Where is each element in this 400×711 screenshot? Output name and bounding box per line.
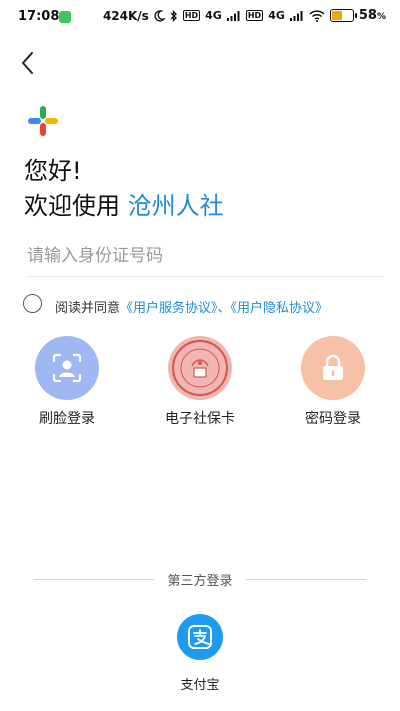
greeting-welcome: 欢迎使用 沧州人社 xyxy=(24,186,224,221)
hd-voice-icon: HD xyxy=(182,10,201,21)
id-number-input[interactable] xyxy=(27,236,383,277)
agreement-text: 阅读并同意《用户服务协议》、《用户隐私协议》 xyxy=(55,297,328,316)
wifi-icon xyxy=(309,9,325,22)
network-type-2: 4G xyxy=(268,9,285,22)
status-bar: 17:08 424K/s HD 4G HD 4G 58% xyxy=(0,0,400,34)
signal-icon-2 xyxy=(289,11,303,21)
battery-percent: 58% xyxy=(358,8,386,23)
status-indicators: 424K/s HD 4G HD 4G 58% xyxy=(103,8,386,23)
back-button[interactable] xyxy=(18,50,40,76)
lock-icon xyxy=(323,354,343,380)
face-login-circle xyxy=(35,336,99,400)
face-login-label: 刷脸登录 xyxy=(39,411,95,427)
app-notification-icon xyxy=(59,11,71,23)
face-login-option[interactable]: 刷脸登录 xyxy=(12,336,122,428)
alipay-icon xyxy=(188,625,212,649)
social-security-card-icon xyxy=(172,340,228,396)
password-login-option[interactable]: 密码登录 xyxy=(278,336,388,428)
social-security-card-option[interactable]: 电子社保卡 xyxy=(145,336,255,428)
chevron-left-icon xyxy=(22,52,33,74)
alipay-label: 支付宝 xyxy=(180,678,220,693)
password-login-circle xyxy=(301,336,365,400)
social-security-card-circle xyxy=(168,336,232,400)
hd-voice-icon-2: HD xyxy=(245,10,264,21)
login-screen: 17:08 424K/s HD 4G HD 4G 58% 您好! 欢迎使用 沧州… xyxy=(0,0,400,711)
battery-icon xyxy=(329,9,357,22)
password-login-label: 密码登录 xyxy=(305,411,361,427)
privacy-agreement-link[interactable]: 《用户隐私协议》 xyxy=(231,301,329,316)
agreement-prefix: 阅读并同意 xyxy=(55,301,121,316)
user-service-agreement-link[interactable]: 《用户服务协议》 xyxy=(120,301,218,316)
app-logo xyxy=(27,105,59,137)
greeting-welcome-prefix: 欢迎使用 xyxy=(24,192,120,220)
social-security-card-label: 电子社保卡 xyxy=(165,411,235,427)
status-time: 17:08 xyxy=(18,9,60,24)
face-scan-icon xyxy=(52,353,82,383)
brand-name: 沧州人社 xyxy=(127,192,224,220)
app-logo-icon xyxy=(28,106,58,136)
moon-icon xyxy=(154,9,165,22)
greeting-hello: 您好! xyxy=(24,157,82,185)
agreement-checkbox[interactable] xyxy=(23,294,42,313)
network-type-1: 4G xyxy=(205,9,222,22)
network-speed: 424K/s xyxy=(102,8,149,23)
battery-fill xyxy=(331,11,343,20)
agreement-separator: 、 xyxy=(217,301,231,316)
bluetooth-icon xyxy=(170,9,177,22)
alipay-login-button[interactable] xyxy=(177,614,223,660)
signal-icon xyxy=(226,11,240,21)
divider-right xyxy=(246,579,366,580)
